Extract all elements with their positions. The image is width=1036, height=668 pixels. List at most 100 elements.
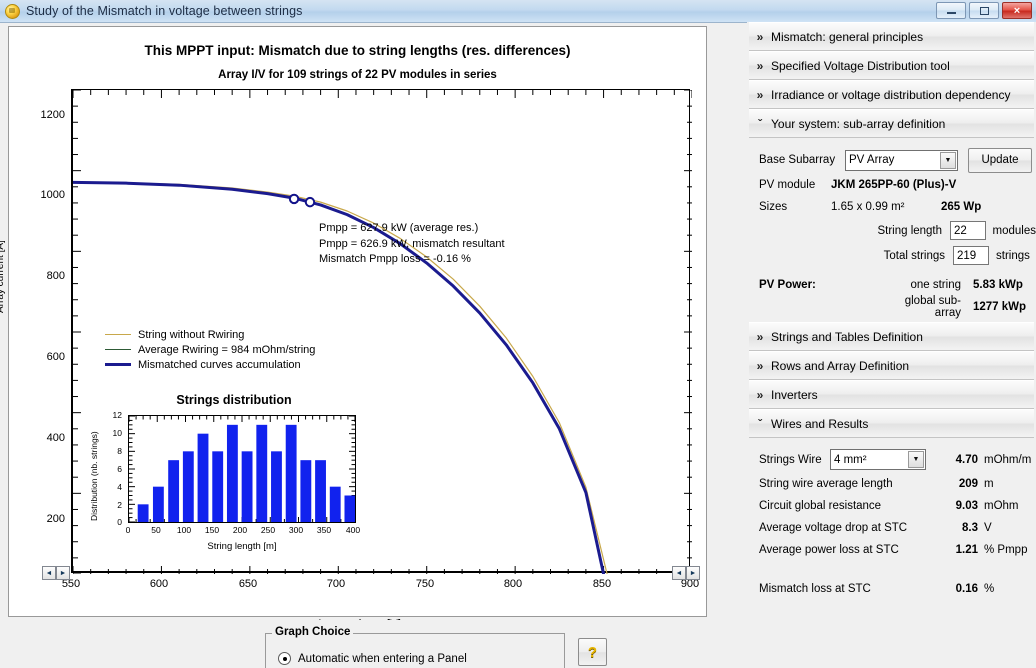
inset-y-tick-6: 6 (117, 464, 122, 474)
application-window: Study of the Mismatch in voltage between… (0, 0, 1036, 668)
voltage-drop-label: Average voltage drop at STC (759, 522, 908, 534)
legend-item-1: Average Rwiring = 984 mOhm/string (105, 342, 315, 357)
help-button[interactable]: ? (578, 638, 607, 666)
sizes-label: Sizes (759, 201, 788, 213)
wires-and-results-body: Strings Wire 4 mm² ▼ 4.70 mOhm/m String … (747, 438, 1036, 604)
pv-module-row: PV module JKM 265PP-60 (Plus)-V (747, 174, 1036, 196)
one-string-value: 5.83 kWp (973, 279, 1023, 291)
global-subarray-label: global sub-array (904, 295, 961, 319)
total-strings-unit: strings (996, 249, 1030, 262)
voltage-drop-value: 8.3 (962, 522, 978, 534)
chevron-right-icon: » (756, 387, 764, 402)
strings-distribution-inset: Strings distribution 12 10 8 6 4 2 0 0 5… (84, 393, 384, 575)
inset-y-axis-title: Distribution (nb. strings) (89, 431, 99, 521)
chevron-down-icon[interactable]: ▼ (908, 451, 924, 468)
window-controls: × (936, 2, 1032, 19)
x-axis-scroll-left[interactable]: ◄ ► (42, 566, 70, 580)
circuit-resistance-label: Circuit global resistance (759, 500, 882, 512)
chevron-right-icon: » (756, 329, 764, 344)
minimize-button[interactable] (936, 2, 966, 19)
inset-bar-13 (329, 486, 341, 522)
graph-choice-legend: Graph Choice (272, 626, 354, 638)
sidebar-item-rows-and-array-definition[interactable]: » Rows and Array Definition (749, 351, 1034, 380)
strings-wire-select[interactable]: 4 mm² ▼ (830, 449, 926, 470)
sidebar-item-specified-voltage-distribution-tool[interactable]: » Specified Voltage Distribution tool (749, 51, 1034, 80)
sidebar-item-inverters[interactable]: » Inverters (749, 380, 1034, 409)
scroll-left-icon-right-group[interactable]: ◄ (672, 566, 686, 580)
y-tick-800: 800 (46, 270, 65, 282)
sidebar-item-irradiance-or-voltage-distribution-dependency[interactable]: » Irradiance or voltage distribution dep… (749, 80, 1034, 109)
pv-power-label: PV Power: (759, 279, 816, 291)
chart-subtitle: Array I/V for 109 strings of 22 PV modul… (218, 69, 497, 81)
avg-length-unit: m (984, 478, 994, 490)
sizes-value: 1.65 x 0.99 m² (831, 201, 905, 213)
sidebar-label-3: Your system: sub-array definition (771, 116, 946, 131)
scroll-right-icon[interactable]: ► (686, 566, 700, 580)
radio-icon[interactable] (278, 652, 291, 665)
x-axis-scroll-right[interactable]: ◄ ► (672, 566, 700, 580)
inset-y-tick-4: 4 (117, 482, 122, 492)
total-strings-input[interactable]: 219 (953, 246, 989, 265)
inset-bar-10 (285, 424, 297, 522)
avg-length-label: String wire average length (759, 478, 893, 490)
y-axis-title: Array current [A] (0, 240, 6, 313)
close-button[interactable]: × (1002, 2, 1032, 19)
inset-x-tick-350: 350 (316, 525, 332, 535)
graph-choice-option-automatic[interactable]: Automatic when entering a Panel (278, 652, 467, 665)
y-tick-400: 400 (46, 432, 65, 444)
x-tick-800: 800 (503, 578, 523, 590)
sidebar-label-5: Rows and Array Definition (771, 358, 910, 373)
one-string-label: one string (910, 279, 961, 291)
chart-title: This MPPT input: Mismatch due to string … (144, 43, 571, 58)
inset-x-tick-100: 100 (176, 525, 192, 535)
power-loss-value: 1.21 (955, 544, 978, 556)
strings-wire-row: Strings Wire 4 mm² ▼ 4.70 mOhm/m (747, 446, 1036, 473)
circuit-resistance-unit: mOhm (984, 500, 1019, 512)
avg-length-row: String wire average length 209 m (747, 473, 1036, 495)
inset-bar-8 (256, 424, 268, 522)
legend-item-2: Mismatched curves accumulation (105, 357, 315, 372)
inset-x-tick-50: 50 (151, 525, 161, 535)
x-tick-850: 850 (592, 578, 612, 590)
sidebar-label-2: Irradiance or voltage distribution depen… (771, 87, 1011, 102)
inset-bar-1 (152, 486, 164, 522)
app-icon (5, 3, 20, 19)
strings-wire-resistance: 4.70 (955, 453, 978, 466)
maximize-button[interactable] (969, 2, 999, 19)
x-tick-750: 750 (415, 578, 435, 590)
chart-legend: String without Rwiring Average Rwiring =… (105, 327, 315, 372)
sidebar-label-6: Inverters (771, 387, 818, 402)
inset-bar-12 (315, 460, 326, 522)
annotation-line-0: Pmpp = 627.9 kW (average res.) (319, 222, 479, 234)
mpp-marker-0 (288, 193, 300, 205)
inset-y-tick-12: 12 (112, 410, 122, 420)
base-subarray-value: PV Array (849, 154, 895, 166)
window-title: Study of the Mismatch in voltage between… (26, 4, 303, 18)
sidebar-item-your-system-sub-array-definition[interactable]: ˇ Your system: sub-array definition (749, 109, 1034, 138)
total-strings-label: Total strings (883, 249, 945, 262)
string-length-label: String length (877, 224, 943, 237)
inset-plot-area (128, 415, 356, 523)
base-subarray-select[interactable]: PV Array ▼ (845, 149, 958, 171)
pv-module-value: JKM 265PP-60 (Plus)-V (831, 179, 957, 191)
chevron-down-icon[interactable]: ▼ (940, 151, 956, 169)
sidebar-item-mismatch-general-principles[interactable]: » Mismatch: general principles (749, 22, 1034, 51)
string-length-input[interactable]: 22 (950, 221, 986, 240)
maximize-icon (979, 6, 989, 15)
power-loss-label: Average power loss at STC (759, 544, 899, 556)
radio-dot (282, 656, 287, 661)
sidebar-label-0: Mismatch: general principles (771, 29, 924, 44)
legend-label-2: Mismatched curves accumulation (138, 358, 301, 371)
update-button[interactable]: Update (968, 147, 1032, 173)
x-tick-700: 700 (326, 578, 346, 590)
legend-label-1: Average Rwiring = 984 mOhm/string (138, 343, 316, 356)
graph-panel: This MPPT input: Mismatch due to string … (0, 26, 707, 631)
scroll-left-icon[interactable]: ◄ (42, 566, 56, 580)
inset-title: Strings distribution (176, 393, 292, 407)
inset-y-tick-8: 8 (117, 446, 122, 456)
sidebar-item-strings-and-tables-definition[interactable]: » Strings and Tables Definition (749, 322, 1034, 351)
sidebar-item-wires-and-results[interactable]: ˇ Wires and Results (749, 409, 1034, 438)
scroll-right-icon-left-group[interactable]: ► (56, 566, 70, 580)
inset-bar-9 (271, 451, 282, 522)
inset-bar-0 (137, 504, 149, 522)
